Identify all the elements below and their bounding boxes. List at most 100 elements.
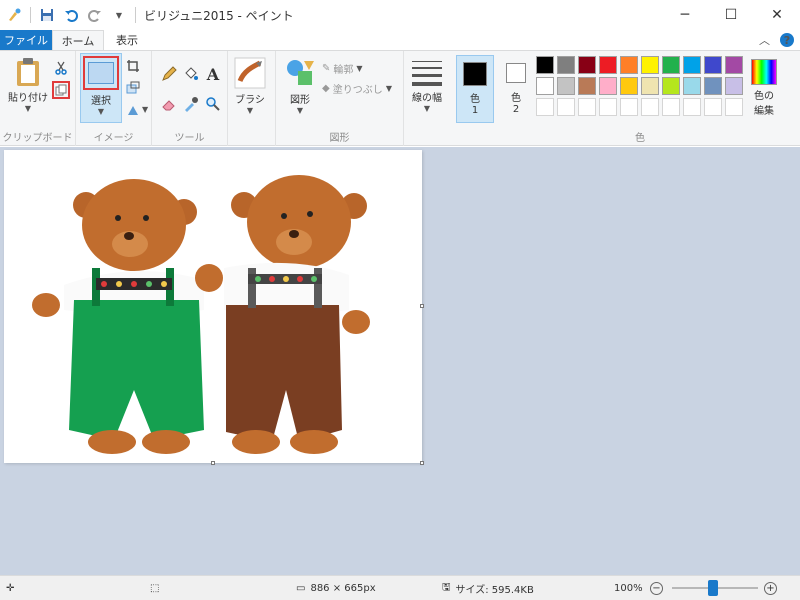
palette-swatch[interactable] [641, 98, 659, 116]
tab-home[interactable]: ホーム [52, 30, 104, 50]
rotate-icon[interactable] [124, 101, 142, 119]
color-palette [536, 56, 743, 116]
edit-colors-label: 色の [754, 91, 774, 102]
select-button[interactable]: 選択 ▼ [80, 53, 122, 123]
ribbon: 貼り付け ▼ クリップボード 選択 ▼ ▼ イメージ A ツール ブラシ ▼ 図… [0, 50, 800, 146]
color1-button[interactable]: 色 1 [456, 55, 494, 123]
collapse-ribbon-icon[interactable]: ︿ [759, 32, 770, 48]
resize-handle-bottom[interactable] [211, 461, 215, 465]
dimensions-text: 886 × 665px [310, 582, 376, 594]
colors-group-label: 色 [635, 133, 645, 144]
palette-swatch[interactable] [578, 98, 596, 116]
palette-swatch[interactable] [704, 56, 722, 74]
palette-swatch[interactable] [536, 77, 554, 95]
paste-label: 貼り付け [8, 93, 48, 104]
color-picker-icon[interactable] [182, 95, 200, 113]
resize-handle-corner[interactable] [420, 461, 424, 465]
tab-view[interactable]: 表示 [104, 30, 150, 50]
select-label: 選択 [91, 96, 111, 107]
palette-swatch[interactable] [578, 77, 596, 95]
brushes-button[interactable]: ブラシ ▼ [234, 57, 266, 115]
copy-icon[interactable] [52, 81, 70, 99]
palette-swatch[interactable] [704, 98, 722, 116]
tab-file[interactable]: ファイル [0, 30, 52, 50]
redo-icon[interactable] [87, 7, 103, 23]
palette-swatch[interactable] [557, 56, 575, 74]
color1-swatch [463, 62, 487, 86]
palette-swatch[interactable] [557, 77, 575, 95]
color2-number: 2 [512, 104, 520, 115]
resize-icon[interactable] [124, 79, 142, 97]
palette-swatch[interactable] [662, 56, 680, 74]
palette-swatch[interactable] [620, 56, 638, 74]
brushes-group: ブラシ ▼ [228, 51, 276, 146]
paint-app-icon[interactable] [6, 7, 22, 23]
crop-icon[interactable] [124, 57, 142, 75]
magnifier-icon[interactable] [204, 95, 222, 113]
outline-icon: ✎ [322, 63, 331, 74]
palette-swatch[interactable] [662, 77, 680, 95]
palette-swatch[interactable] [725, 77, 743, 95]
palette-swatch[interactable] [620, 98, 638, 116]
color2-label: 色 [511, 93, 521, 104]
palette-swatch[interactable] [536, 56, 554, 74]
save-icon[interactable] [39, 7, 55, 23]
palette-swatch[interactable] [725, 98, 743, 116]
fill-button[interactable]: ◆ 塗りつぶし ▼ [322, 81, 392, 96]
size-group: 線の幅 ▼ [404, 51, 452, 146]
palette-swatch[interactable] [641, 77, 659, 95]
pencil-icon[interactable] [160, 65, 178, 83]
shapes-group: 図形 ▼ ✎ 輪郭 ▼ ◆ 塗りつぶし ▼ 図形 [276, 51, 404, 146]
cut-icon[interactable] [52, 59, 70, 77]
zoom-slider-thumb[interactable] [708, 580, 718, 596]
zoom-out-button[interactable]: − [650, 582, 663, 595]
palette-swatch[interactable] [662, 98, 680, 116]
palette-swatch[interactable] [599, 98, 617, 116]
palette-swatch[interactable] [620, 77, 638, 95]
left-teddy-bear [32, 179, 204, 454]
palette-swatch[interactable] [557, 98, 575, 116]
edit-colors-label-2: 編集 [754, 106, 774, 117]
palette-swatch[interactable] [641, 56, 659, 74]
palette-swatch[interactable] [536, 98, 554, 116]
window-title: ビリジュニ2015 - ペイント [144, 8, 294, 23]
paste-button[interactable]: 貼り付け ▼ [8, 57, 48, 113]
size-button[interactable]: 線の幅 ▼ [412, 59, 442, 113]
line-width-icon [412, 61, 442, 86]
clipboard-group: 貼り付け ▼ クリップボード [0, 51, 76, 146]
help-icon[interactable]: ? [780, 33, 794, 47]
canvas-workspace [0, 147, 800, 575]
shapes-button[interactable]: 図形 ▼ [284, 57, 316, 115]
right-teddy-bear [195, 175, 370, 454]
cursor-position-icon: ✛ [6, 582, 15, 594]
palette-swatch[interactable] [683, 77, 701, 95]
undo-icon[interactable] [63, 7, 79, 23]
customize-toolbar-icon[interactable]: ▼ [111, 7, 127, 23]
color-spectrum-icon [751, 59, 777, 85]
close-icon[interactable]: ✕ [754, 0, 800, 30]
image-group: 選択 ▼ ▼ イメージ [76, 51, 152, 146]
palette-swatch[interactable] [683, 56, 701, 74]
palette-swatch[interactable] [578, 56, 596, 74]
outline-button[interactable]: ✎ 輪郭 ▼ [322, 61, 363, 76]
resize-handle-right[interactable] [420, 304, 424, 308]
drawing-canvas[interactable] [4, 150, 424, 465]
palette-swatch[interactable] [683, 98, 701, 116]
palette-swatch[interactable] [725, 56, 743, 74]
zoom-level: 100% [614, 582, 643, 594]
text-tool-icon[interactable]: A [204, 65, 222, 84]
color1-label: 色 [470, 94, 480, 105]
color2-swatch [506, 63, 526, 83]
palette-swatch[interactable] [599, 56, 617, 74]
zoom-in-button[interactable]: + [764, 582, 777, 595]
palette-swatch[interactable] [704, 77, 722, 95]
edit-colors-button[interactable]: 色の 編集 [748, 59, 780, 117]
ribbon-tabs: ファイル ホーム 表示 ︿ ? [0, 30, 800, 50]
eraser-icon[interactable] [160, 95, 178, 113]
fill-bucket-icon[interactable] [182, 65, 200, 83]
disk-icon: 🖫 [442, 581, 451, 593]
minimize-icon[interactable]: ─ [662, 0, 708, 30]
maximize-icon[interactable]: ☐ [708, 0, 754, 30]
color2-button[interactable]: 色 2 [498, 55, 534, 119]
palette-swatch[interactable] [599, 77, 617, 95]
